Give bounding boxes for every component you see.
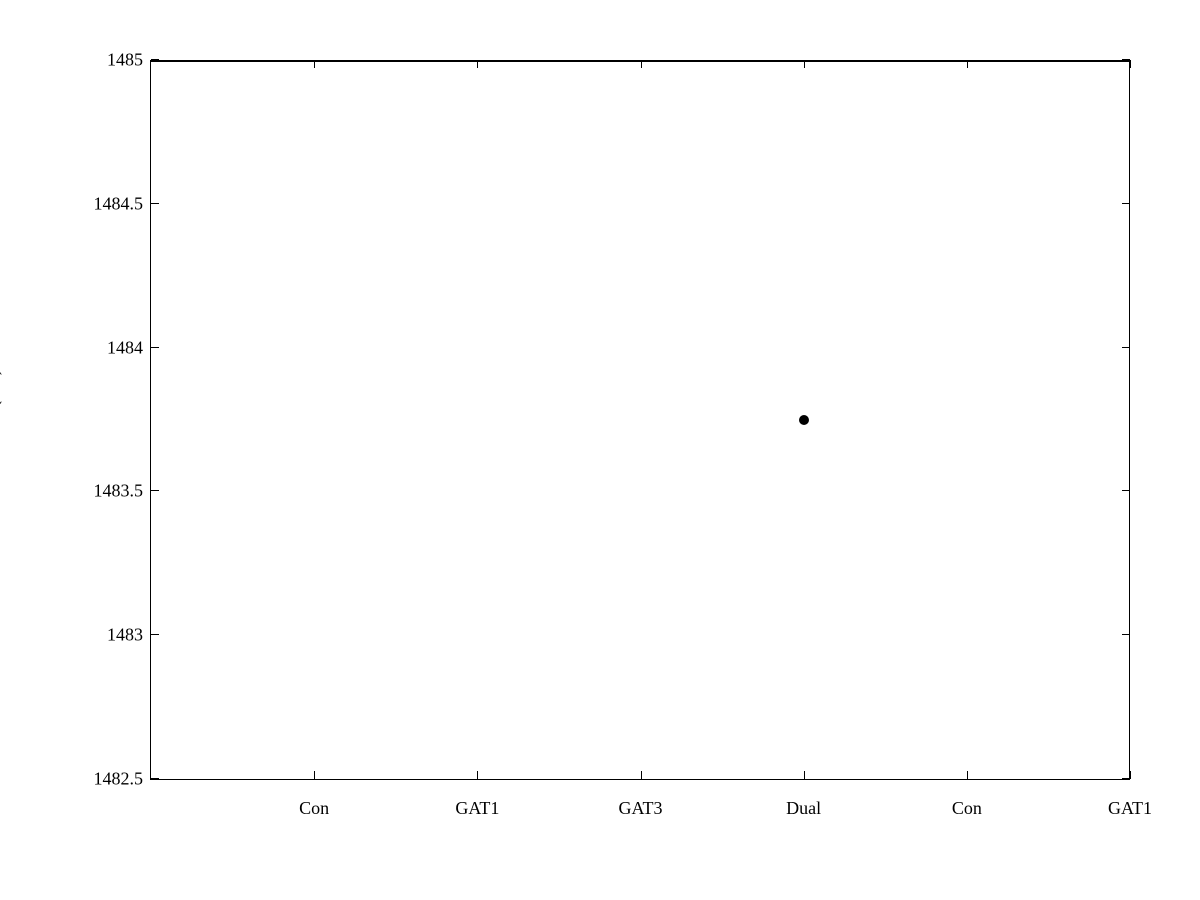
x-tick-dual — [804, 771, 805, 779]
y-tick-1483-right — [1122, 634, 1130, 635]
y-tick-1484-right — [1122, 347, 1130, 348]
y-label-14825: 1482.5 — [94, 769, 144, 790]
y-tick-14825-right — [1122, 778, 1130, 779]
x-tick-con1 — [314, 771, 315, 779]
y-tick-14845-right — [1122, 203, 1130, 204]
data-point-dual — [799, 415, 809, 425]
x-label-dual: Dual — [786, 798, 821, 819]
y-tick-14835-left — [151, 490, 159, 491]
y-tick-1485-left — [151, 59, 159, 60]
y-tick-14825-left — [151, 778, 159, 779]
x-tick-top-gat3 — [641, 60, 642, 68]
y-label-14845: 1484.5 — [94, 193, 144, 214]
y-tick-14845-left — [151, 203, 159, 204]
x-tick-top-gat1-1 — [477, 60, 478, 68]
y-tick-14835-right — [1122, 490, 1130, 491]
plot-right-border — [1129, 60, 1131, 779]
x-tick-top-dual — [804, 60, 805, 68]
x-tick-gat1-1 — [477, 771, 478, 779]
chart-container: Burst onset time (ms) 1485 1484.5 — [0, 0, 1200, 900]
x-label-gat1-2: GAT1 — [1108, 798, 1152, 819]
x-tick-top-con1 — [314, 60, 315, 68]
y-tick-1483-left — [151, 634, 159, 635]
plot-area: 1485 1484.5 1484 1483.5 1483 1482.5 — [150, 60, 1130, 780]
y-label-14835: 1483.5 — [94, 481, 144, 502]
x-tick-top-con2 — [967, 60, 968, 68]
x-tick-con2 — [967, 771, 968, 779]
y-tick-1484-left — [151, 347, 159, 348]
y-tick-1485-right — [1122, 59, 1130, 60]
x-label-gat1-1: GAT1 — [455, 798, 499, 819]
y-label-1485: 1485 — [107, 50, 143, 71]
x-tick-gat3 — [641, 771, 642, 779]
x-label-con2: Con — [952, 798, 982, 819]
x-label-con1: Con — [299, 798, 329, 819]
x-tick-gat1-2 — [1130, 771, 1131, 779]
y-label-1483: 1483 — [107, 625, 143, 646]
y-label-1484: 1484 — [107, 337, 143, 358]
x-tick-top-gat1-2 — [1130, 60, 1131, 68]
x-label-gat3: GAT3 — [619, 798, 663, 819]
chart-wrapper: Burst onset time (ms) 1485 1484.5 — [50, 40, 1150, 860]
y-axis-label: Burst onset time (ms) — [0, 368, 3, 558]
